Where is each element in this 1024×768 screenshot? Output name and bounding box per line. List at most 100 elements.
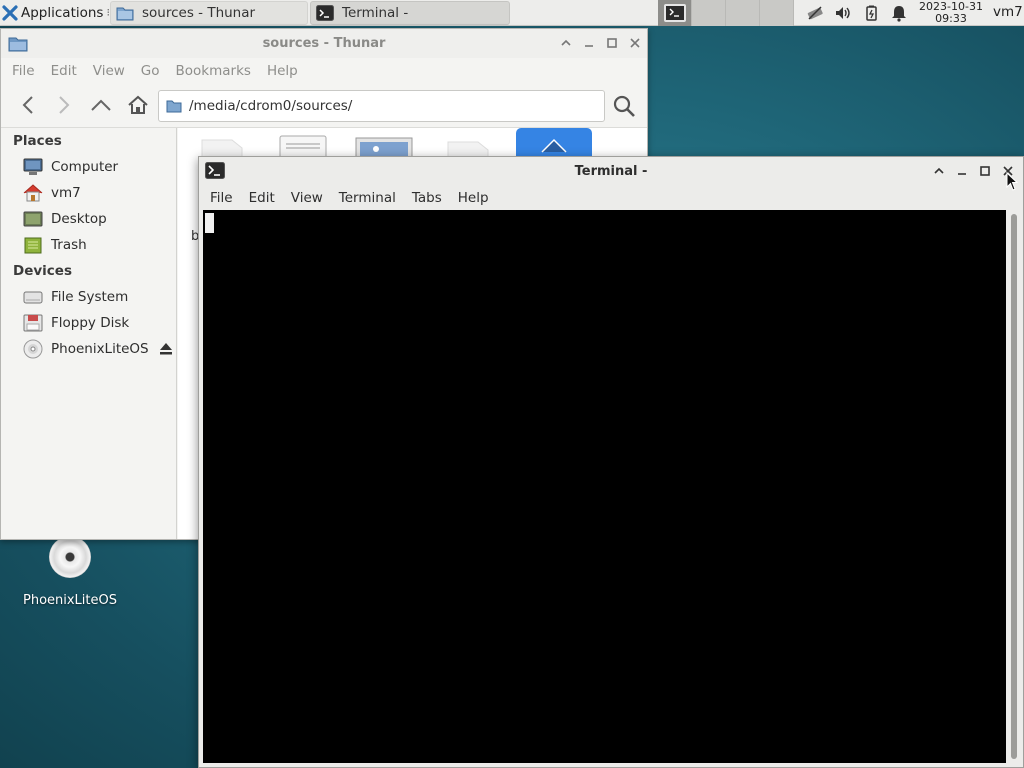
menu-help[interactable]: Help <box>458 190 489 206</box>
taskbar-button-thunar[interactable]: sources - Thunar <box>110 1 308 25</box>
menu-edit[interactable]: Edit <box>249 190 275 206</box>
menu-terminal[interactable]: Terminal <box>339 190 396 206</box>
battery-icon[interactable] <box>862 4 880 22</box>
desktop-icon-phoenixliteos[interactable]: PhoenixLiteOS <box>22 536 118 609</box>
arrow-up-icon <box>91 99 111 111</box>
close-button[interactable] <box>628 35 642 51</box>
xfce-logo-icon <box>2 4 18 21</box>
taskbar-button-terminal[interactable]: Terminal - <box>310 1 510 25</box>
terminal-scrollbar[interactable] <box>1007 210 1021 763</box>
forward-button[interactable] <box>51 92 77 118</box>
menu-help[interactable]: Help <box>267 63 298 79</box>
sidebar-item-trash[interactable]: Trash <box>2 232 176 258</box>
trash-icon <box>23 235 43 255</box>
workspace-2[interactable] <box>692 0 726 26</box>
sidebar-item-label: File System <box>51 289 129 305</box>
shade-button[interactable] <box>932 163 946 179</box>
maximize-button[interactable] <box>978 163 992 179</box>
selected-file-icon[interactable] <box>516 128 592 158</box>
search-button[interactable] <box>610 92 638 120</box>
folder-icon <box>166 100 182 113</box>
menu-view[interactable]: View <box>291 190 323 206</box>
minimize-button[interactable] <box>582 35 596 51</box>
terminal-menubar: File Edit View Terminal Tabs Help <box>199 185 1023 210</box>
devices-heading: Devices <box>13 263 72 279</box>
search-icon <box>613 95 635 117</box>
maximize-button[interactable] <box>605 35 619 51</box>
terminal-titlebar[interactable]: Terminal - <box>199 157 1023 185</box>
location-path: /media/cdrom0/sources/ <box>189 98 353 114</box>
menu-view[interactable]: View <box>93 63 125 79</box>
sidebar-item-floppy[interactable]: Floppy Disk <box>2 310 176 336</box>
home-icon <box>23 183 43 203</box>
sidebar-item-computer[interactable]: Computer <box>2 154 176 180</box>
top-panel: Applications ⁝ sources - Thunar Terminal… <box>0 0 1024 26</box>
location-bar[interactable]: /media/cdrom0/sources/ <box>158 90 605 122</box>
workspace-terminal-icon <box>663 4 686 22</box>
applications-menu-button[interactable]: Applications ⁝ <box>0 0 114 26</box>
sidebar-item-phoenixliteos[interactable]: PhoenixLiteOS <box>2 336 176 362</box>
menu-go[interactable]: Go <box>141 63 160 79</box>
floppy-icon <box>23 313 43 333</box>
back-button[interactable] <box>15 92 41 118</box>
terminal-window: Terminal - File Edit View Terminal Tabs … <box>198 156 1024 768</box>
desktop-icon-label: PhoenixLiteOS <box>22 593 117 608</box>
workspace-switcher <box>658 0 794 26</box>
sidebar-item-label: Trash <box>51 237 87 253</box>
thunar-menubar: File Edit View Go Bookmarks Help <box>1 58 647 84</box>
network-icon[interactable] <box>806 4 824 22</box>
mouse-pointer-icon <box>1006 172 1018 191</box>
applications-label: Applications <box>21 4 104 21</box>
sidebar-item-label: Floppy Disk <box>51 315 130 331</box>
places-heading: Places <box>13 133 62 149</box>
workspace-3[interactable] <box>726 0 760 26</box>
scrollbar-thumb[interactable] <box>1011 214 1017 759</box>
menu-edit[interactable]: Edit <box>51 63 77 79</box>
clock-time: 09:33 <box>935 12 967 25</box>
sidebar-item-file-system[interactable]: File System <box>2 284 176 310</box>
panel-clock[interactable]: 2023-10-31 09:33 <box>916 1 986 25</box>
home-button[interactable] <box>125 92 151 118</box>
sidebar-item-desktop[interactable]: Desktop <box>2 206 176 232</box>
menu-tabs[interactable]: Tabs <box>412 190 442 206</box>
menu-file[interactable]: File <box>210 190 233 206</box>
taskbar-label-thunar: sources - Thunar <box>142 5 256 21</box>
close-icon <box>630 38 640 48</box>
desktop-icon <box>23 209 43 229</box>
maximize-icon <box>607 38 617 48</box>
minimize-icon <box>585 45 593 47</box>
harddisk-icon <box>23 287 43 307</box>
workspace-1[interactable] <box>658 0 692 26</box>
notifications-bell-icon[interactable] <box>890 4 908 22</box>
eject-icon[interactable] <box>159 342 173 355</box>
sidebar-item-home[interactable]: vm7 <box>2 180 176 206</box>
workspace-4[interactable] <box>760 0 794 26</box>
volume-icon[interactable] <box>834 4 852 22</box>
thunar-toolbar: /media/cdrom0/sources/ <box>1 84 647 128</box>
minimize-button[interactable] <box>955 163 969 179</box>
thunar-window-buttons <box>559 35 642 51</box>
terminal-screen[interactable] <box>203 210 1006 763</box>
chevron-up-icon <box>561 39 571 46</box>
menu-bookmarks[interactable]: Bookmarks <box>176 63 251 79</box>
menu-file[interactable]: File <box>12 63 35 79</box>
thunar-titlebar[interactable]: sources - Thunar <box>1 29 647 58</box>
home-icon <box>128 95 148 114</box>
text-cursor <box>205 213 214 233</box>
sidebar-item-label: PhoenixLiteOS <box>51 341 149 357</box>
parent-folder-button[interactable] <box>88 92 114 118</box>
maximize-icon <box>980 166 990 176</box>
computer-icon <box>23 157 43 177</box>
sidebar-item-label: Computer <box>51 159 119 175</box>
terminal-icon <box>316 5 334 21</box>
folder-icon <box>116 7 134 21</box>
sidebar-item-label: vm7 <box>51 185 81 201</box>
shade-button[interactable] <box>559 35 573 51</box>
optical-disc-icon <box>49 536 91 578</box>
thunar-sidebar: Places Computer vm7 Desktop Trash Device… <box>2 128 177 539</box>
taskbar-label-terminal: Terminal - <box>342 5 409 21</box>
chevron-up-icon <box>934 167 944 174</box>
minimize-icon <box>958 173 966 175</box>
arrow-right-icon <box>59 96 70 114</box>
panel-user-menu[interactable]: vm7 <box>993 4 1023 20</box>
